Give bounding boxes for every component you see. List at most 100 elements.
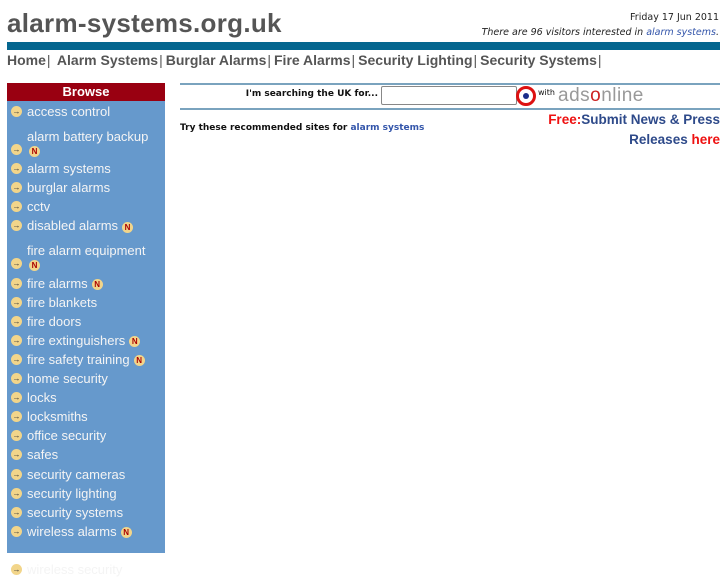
sidebar-item-text: office security bbox=[27, 428, 165, 444]
sidebar-item-link[interactable]: office security bbox=[27, 428, 106, 443]
sidebar-item-text: wireless alarms N bbox=[27, 524, 165, 540]
sidebar-item[interactable]: → security lighting bbox=[7, 483, 165, 502]
sidebar-item-text: alarm battery backup N bbox=[27, 129, 165, 158]
sidebar-item-text: fire alarms N bbox=[27, 276, 165, 292]
sidebar-item[interactable]: → fire blankets bbox=[7, 292, 165, 311]
sidebar-item[interactable]: → cctv bbox=[7, 196, 165, 215]
sidebar-item[interactable]: → security cameras bbox=[7, 463, 165, 482]
sidebar-item-text: safes bbox=[27, 447, 165, 463]
sidebar-item-link[interactable]: locksmiths bbox=[27, 409, 88, 424]
sidebar-item[interactable]: → safes bbox=[7, 444, 165, 463]
sidebar-item-link[interactable]: safes bbox=[27, 447, 58, 462]
sidebar-item-text: locks bbox=[27, 390, 165, 406]
sidebar-item[interactable]: → fire safety training N bbox=[7, 349, 165, 368]
arrow-bullet-icon: → bbox=[11, 468, 22, 480]
sidebar-item-text: burglar alarms bbox=[27, 180, 165, 196]
sidebar-item[interactable]: → alarm battery backup N bbox=[7, 120, 165, 158]
sidebar-item[interactable]: → wireless security bbox=[7, 540, 165, 578]
arrow-bullet-icon: → bbox=[11, 487, 22, 499]
nav-security-lighting[interactable]: Security Lighting bbox=[358, 52, 472, 68]
submit-press-release-promo: Free:Submit News & Press Releases here bbox=[548, 110, 720, 150]
nav-home[interactable]: Home bbox=[7, 52, 46, 68]
sidebar-item-link[interactable]: wireless alarms bbox=[27, 524, 117, 539]
header-divider bbox=[7, 42, 720, 50]
search-input[interactable] bbox=[381, 86, 517, 105]
sidebar-item-link[interactable]: fire doors bbox=[27, 314, 81, 329]
sidebar-item[interactable]: → fire extinguishers N bbox=[7, 330, 165, 349]
sidebar-item[interactable]: → office security bbox=[7, 425, 165, 444]
arrow-bullet-icon: → bbox=[11, 563, 22, 575]
sidebar-item[interactable]: → alarm systems bbox=[7, 158, 165, 177]
sidebar-item-link[interactable]: security lighting bbox=[27, 486, 117, 501]
sidebar-item[interactable]: → fire alarm equipment N bbox=[7, 234, 165, 272]
sidebar-item[interactable]: → disabled alarms N bbox=[7, 215, 165, 234]
sidebar-item[interactable]: → security systems bbox=[7, 502, 165, 521]
nav-separator: | bbox=[267, 52, 271, 68]
arrow-bullet-icon: → bbox=[11, 296, 22, 308]
search-target-icon[interactable] bbox=[516, 86, 536, 106]
sidebar-item-link[interactable]: burglar alarms bbox=[27, 180, 110, 195]
nav-separator: | bbox=[473, 52, 478, 68]
arrow-bullet-icon: → bbox=[11, 373, 22, 385]
sidebar-item-link[interactable]: wireless security bbox=[27, 562, 122, 577]
adsonline-logo[interactable]: adsonline bbox=[558, 85, 644, 107]
header-info: Friday 17 Jun 2011 There are 96 visitors… bbox=[482, 10, 719, 40]
search-bar: I'm searching the UK for... with adsonli… bbox=[180, 83, 720, 110]
new-badge-icon: N bbox=[29, 146, 40, 158]
sidebar-item-link[interactable]: security cameras bbox=[27, 467, 125, 482]
arrow-bullet-icon: → bbox=[11, 525, 22, 537]
sidebar-item[interactable]: → wireless alarms N bbox=[7, 521, 165, 540]
category-list: → access control → alarm battery backup N → al… bbox=[7, 101, 165, 578]
arrow-bullet-icon: → bbox=[11, 258, 22, 270]
sidebar-item-text: disabled alarms N bbox=[27, 218, 165, 234]
promo-here-link[interactable]: here bbox=[691, 132, 720, 147]
visitor-suffix: . bbox=[715, 27, 719, 38]
arrow-bullet-icon: → bbox=[11, 334, 22, 346]
sidebar-item-link[interactable]: locks bbox=[27, 390, 57, 405]
search-label: I'm searching the UK for... bbox=[245, 89, 378, 99]
nav-alarm-systems[interactable]: Alarm Systems bbox=[57, 52, 158, 68]
sidebar-item-link[interactable]: security systems bbox=[27, 505, 123, 520]
visitor-topic-link[interactable]: alarm systems bbox=[646, 27, 716, 38]
sidebar-item[interactable]: → locksmiths bbox=[7, 406, 165, 425]
nav-security-systems[interactable]: Security Systems bbox=[480, 52, 597, 68]
new-badge-icon: N bbox=[129, 335, 141, 347]
sidebar-item-link[interactable]: fire blankets bbox=[27, 295, 97, 310]
sidebar-item-link[interactable]: access control bbox=[27, 104, 110, 119]
nav-fire-alarms[interactable]: Fire Alarms bbox=[274, 52, 351, 68]
sidebar-item[interactable]: → home security bbox=[7, 368, 165, 387]
sidebar-item[interactable]: → burglar alarms bbox=[7, 177, 165, 196]
new-badge-icon: N bbox=[29, 260, 40, 272]
logo-suffix: nline bbox=[601, 85, 644, 106]
sidebar-item-link[interactable]: alarm battery backup bbox=[27, 129, 148, 144]
promo-line-2: Releases here bbox=[548, 130, 720, 150]
with-label: with bbox=[538, 88, 555, 97]
new-badge-icon: N bbox=[122, 221, 134, 233]
arrow-bullet-icon: → bbox=[11, 163, 22, 175]
recommend-topic-link[interactable]: alarm systems bbox=[350, 123, 424, 133]
site-title[interactable]: alarm-systems.org.uk bbox=[7, 8, 282, 39]
sidebar-item[interactable]: → access control bbox=[7, 101, 165, 120]
arrow-bullet-icon: → bbox=[11, 182, 22, 194]
sidebar-item-link[interactable]: fire safety training bbox=[27, 352, 130, 367]
sidebar-item-link[interactable]: fire extinguishers bbox=[27, 333, 125, 348]
promo-releases-link[interactable]: Releases bbox=[629, 132, 691, 147]
arrow-bullet-icon: → bbox=[11, 411, 22, 423]
sidebar-item-link[interactable]: fire alarm equipment bbox=[27, 243, 146, 258]
promo-submit-link[interactable]: Submit News & Press bbox=[581, 112, 720, 127]
sidebar-item[interactable]: → fire alarms N bbox=[7, 272, 165, 291]
sidebar-item-link[interactable]: alarm systems bbox=[27, 161, 111, 176]
sidebar-item[interactable]: → locks bbox=[7, 387, 165, 406]
sidebar-item-text: security systems bbox=[27, 505, 165, 521]
sidebar-item-text: alarm systems bbox=[27, 161, 165, 177]
nav-burglar-alarms[interactable]: Burglar Alarms bbox=[166, 52, 267, 68]
sidebar-item-link[interactable]: cctv bbox=[27, 199, 50, 214]
promo-free: Free: bbox=[548, 112, 582, 127]
sidebar-item[interactable]: → fire doors bbox=[7, 311, 165, 330]
browse-sidebar: Browse → access control → alarm battery bac… bbox=[7, 83, 165, 577]
sidebar-item-link[interactable]: fire alarms bbox=[27, 276, 88, 291]
recommended-sites-text: Try these recommended sites for alarm sy… bbox=[180, 123, 424, 133]
arrow-bullet-icon: → bbox=[11, 220, 22, 232]
sidebar-item-link[interactable]: disabled alarms bbox=[27, 218, 118, 233]
sidebar-item-link[interactable]: home security bbox=[27, 371, 108, 386]
